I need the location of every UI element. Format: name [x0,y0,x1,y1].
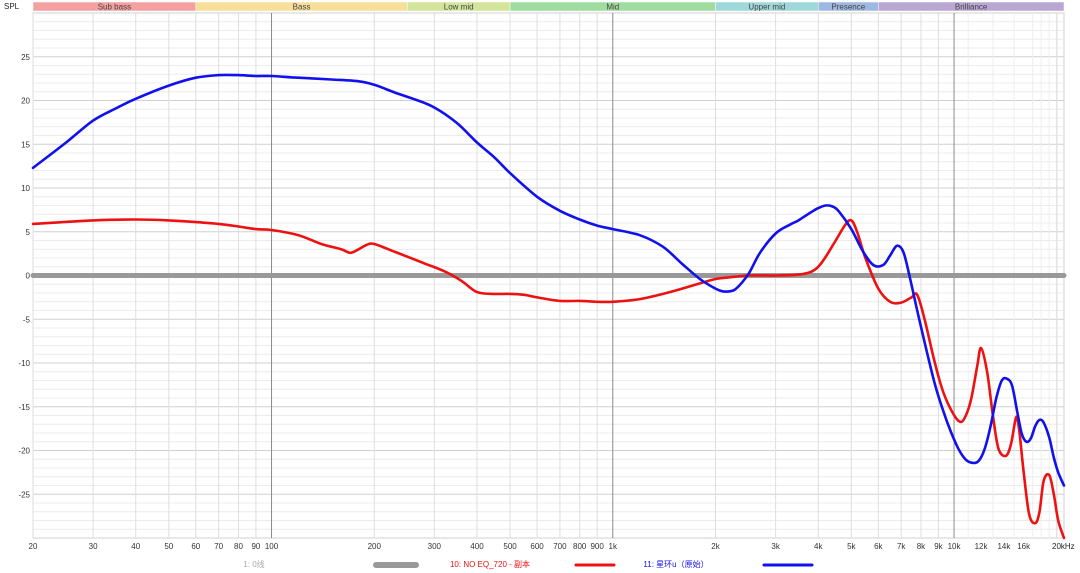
legend-label: 11: 星环u（原始） [643,559,708,569]
y-tick-label: 0 [26,272,31,281]
x-tick-label: 20 [29,542,38,551]
y-axis-label: SPL [4,2,20,11]
band-label: Upper mid [748,3,785,12]
band-label: Presence [831,3,865,12]
x-tick-label: 7k [897,542,906,551]
x-tick-label: 8k [917,542,926,551]
y-axis-ticks: 25 20 15 10 5 0 -5 -10 -15 -20 -25 [18,53,30,500]
band-label: Mid [606,3,619,12]
y-tick-label: -15 [18,403,30,412]
x-axis-unit-label: 20kHz [1052,542,1075,551]
band-label: Bass [293,3,311,12]
x-tick-label: 5k [847,542,856,551]
legend-label: 10: NO EQ_720 - 副本 [450,559,530,569]
x-tick-label: 14k [997,542,1011,551]
x-tick-label: 6k [874,542,883,551]
y-tick-label: 20 [21,97,30,106]
band-label: Low mid [444,3,474,12]
x-tick-label: 800 [573,542,587,551]
x-tick-label: 50 [164,542,173,551]
x-tick-label: 4k [814,542,823,551]
x-tick-label: 500 [503,542,517,551]
y-tick-label: 10 [21,184,30,193]
x-tick-label: 3k [771,542,780,551]
x-tick-label: 60 [191,542,200,551]
band-label: Brilliance [955,3,988,12]
y-tick-label: -25 [18,490,30,499]
y-tick-label: 5 [26,228,31,237]
y-tick-label: -20 [18,447,30,456]
y-tick-label: 15 [21,140,30,149]
x-tick-label: 40 [131,542,140,551]
x-tick-label: 9k [934,542,943,551]
x-tick-label: 600 [530,542,544,551]
x-tick-label: 700 [553,542,567,551]
x-axis-ticks: 20 30 40 50 60 70 80 90 100 200 300 400 500 600 700 800… [29,542,1032,551]
y-tick-label: 25 [21,53,30,62]
x-tick-label: 16k [1017,542,1031,551]
x-tick-label: 300 [428,542,442,551]
x-tick-label: 1k [609,542,618,551]
x-tick-label: 12k [975,542,989,551]
x-tick-label: 2k [711,542,720,551]
y-tick-label: -10 [18,359,30,368]
x-tick-label: 10k [948,542,962,551]
x-tick-label: 100 [265,542,279,551]
x-tick-label: 80 [234,542,243,551]
x-tick-label: 30 [89,542,98,551]
x-tick-label: 90 [251,542,260,551]
legend-label: 1: 0线 [243,559,264,569]
x-tick-label: 70 [214,542,223,551]
x-tick-label: 900 [590,542,604,551]
frequency-response-chart: Sub bass Bass Low mid Mid Upper mid Presence B… [4,1,1075,569]
x-tick-label: 200 [368,542,382,551]
y-tick-label: -5 [23,315,31,324]
band-label: Sub bass [98,3,131,12]
frequency-band-bar: Sub bass Bass Low mid Mid Upper mid Presence B… [32,1,1065,12]
x-tick-label: 400 [470,542,484,551]
legend: 1: 0线 10: NO EQ_720 - 副本 11: 星环u（原始） [243,559,814,569]
